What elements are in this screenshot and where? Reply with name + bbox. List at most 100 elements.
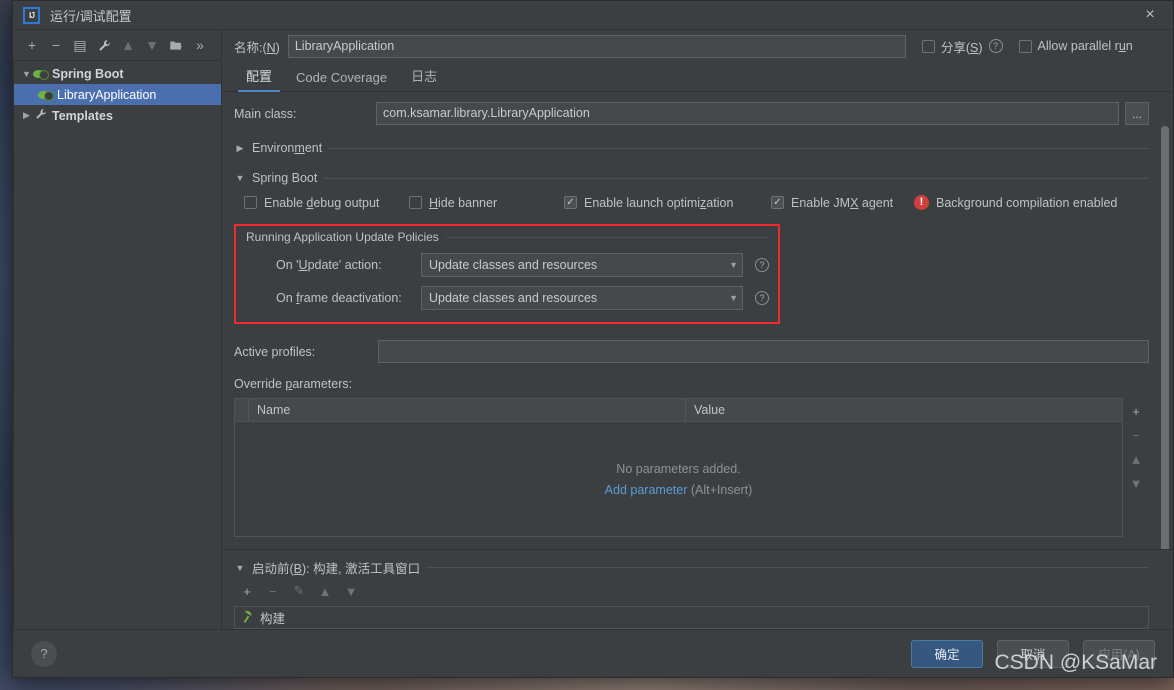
enable-debug-output-checkbox[interactable] [244, 196, 257, 209]
allow-parallel-run-group: Allow parallel run [1018, 39, 1133, 53]
intellij-logo-icon: IJ [23, 6, 40, 24]
ok-button[interactable]: 确定 [911, 639, 983, 668]
chevron-right-icon[interactable]: ▶ [20, 110, 33, 121]
copy-configuration-icon[interactable]: ▤ [69, 34, 91, 56]
active-profiles-row: Active profiles: [234, 340, 1149, 363]
browse-main-class-button[interactable]: ... [1125, 102, 1149, 125]
spring-boot-icon [33, 67, 49, 81]
environment-section-header[interactable]: ▶ Environment [234, 141, 1149, 155]
enable-launch-optimization-item[interactable]: ✓ Enable launch optimization [564, 196, 764, 210]
before-launch-section: ▼ 启动前(B): 构建, 激活工具窗口 + − ✎ ▲ ▼ 构建 [222, 549, 1173, 629]
table-header-row: Name Value [235, 399, 1122, 422]
share-label: 分享(S) [940, 40, 983, 55]
override-parameters-label: Override parameters: [234, 377, 353, 391]
tab-configuration[interactable]: 配置 [234, 66, 284, 92]
spring-boot-section-header[interactable]: ▼ Spring Boot [234, 171, 1149, 185]
run-debug-configurations-dialog: IJ 运行/调试配置 × + − ▤ ▲ ▼ » ▼ Spring Boot L… [12, 0, 1174, 678]
chevron-down-icon[interactable]: ▼ [234, 173, 246, 183]
add-parameter-button[interactable]: + [1125, 400, 1147, 422]
remove-configuration-icon[interactable]: − [45, 34, 67, 56]
hide-banner-checkbox[interactable] [409, 196, 422, 209]
chevron-down-icon[interactable]: ▼ [20, 69, 33, 79]
tab-code-coverage[interactable]: Code Coverage [284, 70, 399, 91]
on-update-action-dropdown[interactable]: Update classes and resources ▼ [421, 253, 743, 277]
environment-section-title: Environment [252, 141, 323, 155]
share-checkbox[interactable] [921, 39, 935, 53]
table-header-name[interactable]: Name [249, 399, 686, 421]
enable-jmx-agent-item[interactable]: ✓ Enable JMX agent [771, 196, 907, 210]
table-body-empty-state: No parameters added. Add parameter (Alt+… [235, 422, 1122, 536]
parameters-table-side-toolbar: + − ▲ ▼ [1123, 398, 1149, 537]
tree-item-label: Spring Boot [52, 66, 124, 81]
active-profiles-input[interactable] [378, 340, 1149, 363]
remove-task-button[interactable]: − [262, 580, 284, 602]
tree-item-spring-boot[interactable]: ▼ Spring Boot [14, 63, 221, 84]
scrollbar-thumb[interactable] [1161, 126, 1169, 549]
configurations-tree: ▼ Spring Boot LibraryApplication ▶ Templ… [13, 60, 221, 629]
tree-item-templates[interactable]: ▶ Templates [14, 105, 221, 126]
move-parameter-down-button[interactable]: ▼ [1125, 472, 1147, 494]
add-parameter-link[interactable]: Add parameter [605, 483, 688, 497]
cancel-button[interactable]: 取消 [997, 639, 1069, 668]
on-frame-deactivation-help-icon[interactable]: ? [755, 291, 769, 305]
move-down-icon[interactable]: ▼ [141, 34, 163, 56]
enable-jmx-agent-checkbox[interactable]: ✓ [771, 196, 784, 209]
chevron-down-icon: ▼ [729, 293, 738, 303]
share-help-icon[interactable]: ? [988, 39, 1003, 53]
on-frame-deactivation-value: Update classes and resources [429, 291, 598, 305]
main-class-input[interactable]: com.ksamar.library.LibraryApplication [376, 102, 1119, 125]
add-configuration-icon[interactable]: + [21, 34, 43, 56]
before-launch-task-list[interactable]: 构建 [234, 606, 1149, 629]
tab-logs[interactable]: 日志 [399, 66, 449, 91]
configuration-editor-pane: 名称:(N) LibraryApplication 分享(S) ? Allow … [222, 30, 1173, 629]
warning-icon: ! [914, 195, 929, 210]
configuration-name-row: 名称:(N) LibraryApplication 分享(S) ? Allow … [222, 30, 1173, 62]
wrench-glyph [98, 39, 110, 51]
folder-add-glyph [170, 40, 182, 50]
table-header-gutter [235, 399, 249, 421]
remove-parameter-button[interactable]: − [1125, 424, 1147, 446]
move-parameter-up-button[interactable]: ▲ [1125, 448, 1147, 470]
edit-templates-wrench-icon[interactable] [93, 34, 115, 56]
on-update-action-value: Update classes and resources [429, 258, 598, 272]
dialog-body: + − ▤ ▲ ▼ » ▼ Spring Boot LibraryApplica… [13, 30, 1173, 629]
dialog-title-bar: IJ 运行/调试配置 × [13, 1, 1173, 30]
on-frame-deactivation-row: On frame deactivation: Update classes an… [246, 286, 769, 310]
enable-debug-output-item[interactable]: Enable debug output [244, 196, 402, 210]
on-frame-deactivation-dropdown[interactable]: Update classes and resources ▼ [421, 286, 743, 310]
background-compilation-text: Background compilation enabled [936, 195, 1118, 210]
chevron-right-icon[interactable]: ▶ [234, 143, 246, 154]
name-label: 名称:(N) [234, 40, 280, 55]
task-move-up-button[interactable]: ▲ [314, 580, 336, 602]
more-options-icon[interactable]: » [189, 34, 211, 56]
before-launch-header[interactable]: ▼ 启动前(B): 构建, 激活工具窗口 [234, 558, 1149, 577]
hide-banner-label: Hide banner [429, 195, 498, 210]
add-task-button[interactable]: + [236, 580, 258, 602]
tree-item-library-application[interactable]: LibraryApplication [14, 84, 221, 105]
enable-launch-optimization-checkbox[interactable]: ✓ [564, 196, 577, 209]
chevron-down-icon[interactable]: ▼ [234, 563, 246, 573]
enable-launch-optimization-label: Enable launch optimization [584, 195, 734, 210]
allow-parallel-run-checkbox[interactable] [1018, 39, 1032, 53]
allow-parallel-run-label: Allow parallel run [1037, 39, 1133, 53]
configuration-name-input[interactable]: LibraryApplication [287, 34, 906, 58]
on-update-action-row: On 'Update' action: Update classes and r… [246, 253, 769, 277]
content-scrollbar[interactable] [1161, 126, 1169, 549]
edit-task-button[interactable]: ✎ [288, 580, 310, 602]
move-into-folder-icon[interactable] [165, 34, 187, 56]
hide-banner-item[interactable]: Hide banner [409, 196, 557, 210]
parameters-table: Name Value No parameters added. Add para… [234, 398, 1123, 537]
running-application-update-policies-group: Running Application Update Policies On '… [234, 224, 780, 324]
task-move-down-button[interactable]: ▼ [340, 580, 362, 602]
policies-legend: Running Application Update Policies [246, 230, 768, 244]
close-icon[interactable]: × [1127, 1, 1173, 30]
table-header-value[interactable]: Value [686, 399, 1122, 421]
help-button[interactable]: ? [31, 640, 57, 667]
add-parameter-shortcut: (Alt+Insert) [690, 482, 753, 497]
move-up-icon[interactable]: ▲ [117, 34, 139, 56]
enable-jmx-agent-label: Enable JMX agent [791, 195, 894, 210]
share-checkbox-group: 分享(S) ? [921, 37, 1003, 56]
on-update-action-help-icon[interactable]: ? [755, 258, 769, 272]
apply-button: 应用(A) [1083, 639, 1155, 668]
hammer-glyph [243, 610, 252, 623]
